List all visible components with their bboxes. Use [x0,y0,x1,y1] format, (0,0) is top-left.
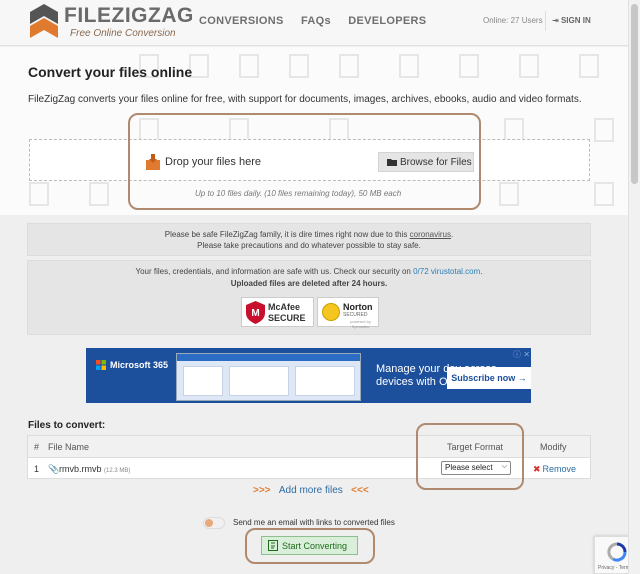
notice-suffix: . [450,230,454,239]
sign-in-label: SIGN IN [560,16,591,25]
mcafee-shield-icon: M [246,301,265,324]
page-scrollbar[interactable] [628,0,640,574]
ad-subscribe-button[interactable]: Subscribe now → [447,367,531,389]
screenshot-pane [183,366,223,396]
virustotal-score[interactable]: 0/72 [413,267,429,276]
col-index: # [34,442,40,452]
mcafee-secure-label: SECURE [268,313,306,323]
chevrons-right-icon: >>> [253,485,271,496]
mcafee-label: McAfee [268,302,301,312]
filezigzag-logo-icon[interactable] [28,2,60,42]
files-to-convert-title: Files to convert: [28,420,106,431]
file-name: rmvb.rmvb (12.3 MB) [59,464,130,474]
file-name-text: rmvb.rmvb [59,464,102,474]
norton-powered-label: powered by Symantec [350,319,371,329]
coronavirus-link[interactable]: coronavirus [410,230,451,239]
add-more-label: Add more files [278,485,343,496]
highlight-ring-drop [128,113,481,210]
nav-developers[interactable]: DEVELOPERS [348,15,426,27]
screenshot-pane [295,366,355,396]
online-users: Online: 27 Users [483,16,543,25]
security-text: Your files, credentials, and information… [135,267,414,276]
notice-line-2: Please take precautions and do whatever … [197,241,421,250]
remove-x-icon: ✖ [533,464,541,474]
microsoft-logo-icon [96,360,106,370]
nav-conversions[interactable]: CONVERSIONS [199,15,284,27]
norton-badge[interactable]: Norton SECURED powered by Symantec [317,297,379,329]
email-option-label: Send me an email with links to converted… [233,518,395,527]
page-description: FileZigZag converts your files online fo… [28,94,582,105]
toggle-knob [205,519,213,527]
mcafee-badge[interactable]: M McAfee SECURE [241,297,314,327]
highlight-ring-start [245,528,375,564]
add-more-files-link[interactable]: >>> Add more files <<< [253,485,369,496]
notice-line-1: Please be safe FileZigZag family, it is … [28,229,590,240]
scrollbar-thumb[interactable] [631,4,638,184]
recaptcha-icon [607,542,627,562]
page-title: Convert your files online [28,64,193,80]
sign-in-link[interactable]: ⇥ SIGN IN [552,16,591,25]
svg-text:M: M [251,308,259,319]
sign-in-icon: ⇥ [552,16,561,25]
ad-close-icon[interactable]: ⓘ ✕ [513,349,530,360]
norton-secured-label: SECURED [343,312,368,318]
covid-notice: Please be safe FileZigZag family, it is … [27,223,591,256]
screenshot-bar [177,354,360,361]
deletion-notice: Uploaded files are deleted after 24 hour… [230,279,388,288]
notice-text: Please be safe FileZigZag family, it is … [164,230,410,239]
norton-label: Norton [343,302,373,312]
nav-faqs[interactable]: FAQs [301,15,331,27]
remove-file-button[interactable]: ✖ Remove [533,464,576,475]
col-file-name: File Name [48,442,90,452]
chevrons-left-icon: <<< [351,485,369,496]
col-modify: Modify [540,442,567,452]
highlight-ring-target-format [416,423,524,490]
file-size: (12.3 MB) [104,468,131,474]
site-header: FILEZIGZAG Free Online Conversion CONVER… [0,0,628,46]
norton-check-icon [322,303,340,321]
main-nav: CONVERSIONS FAQs DEVELOPERS [199,15,440,27]
header-divider [545,11,546,31]
security-suffix: . [480,267,483,276]
remove-label: Remove [542,464,577,474]
ad-brand: Microsoft 365 [110,360,169,370]
screenshot-pane [229,366,289,396]
security-panel: Your files, credentials, and information… [27,260,591,335]
brand-tagline: Free Online Conversion [70,28,176,39]
paperclip-icon: 📎 [48,464,60,474]
outlook-screenshot-image [176,353,361,401]
row-index: 1 [34,464,40,474]
email-toggle[interactable] [203,517,225,529]
security-line-1: Your files, credentials, and information… [28,267,590,276]
brand-name[interactable]: FILEZIGZAG [64,4,194,28]
virustotal-link[interactable]: virustotal.com [431,267,480,276]
